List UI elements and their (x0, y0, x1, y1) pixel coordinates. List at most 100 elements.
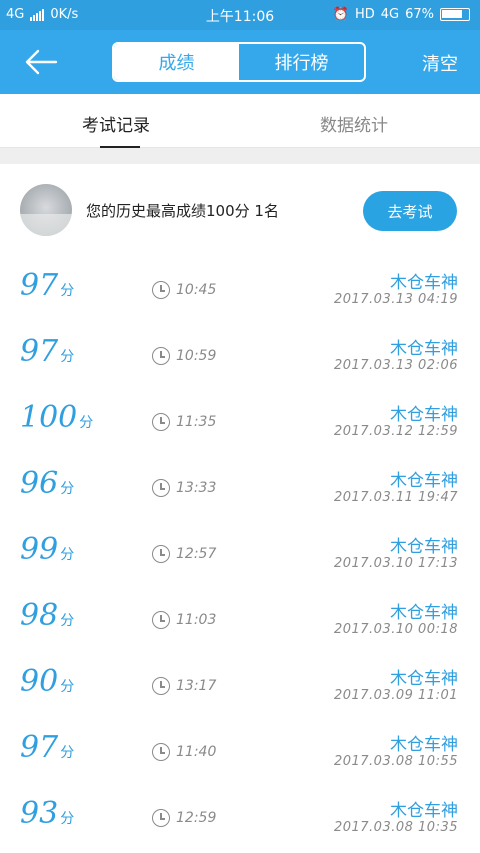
score-unit: 分 (60, 811, 75, 827)
battery-percent: 67% (405, 7, 434, 22)
score-unit: 分 (60, 679, 75, 695)
clock-icon (152, 413, 170, 431)
score-unit: 分 (79, 415, 94, 431)
back-arrow-icon (25, 49, 58, 75)
clock-icon (152, 743, 170, 761)
record-date: 2017.03.08 10:55 (333, 754, 458, 769)
record-username: 木仓车神 (390, 339, 458, 359)
record-row[interactable]: 98 分 11:03 木仓车神 2017.03.10 00:18 (0, 584, 480, 650)
duration-value: 10:45 (176, 282, 217, 298)
clock-icon (152, 347, 170, 365)
record-username: 木仓车神 (390, 273, 458, 293)
score-value: 97 (20, 730, 59, 765)
battery-icon (440, 8, 470, 21)
score-value: 96 (20, 466, 59, 501)
duration-value: 13:17 (176, 678, 217, 694)
status-right: ⏰ HD 4G 67% (333, 7, 470, 22)
clock-icon (152, 809, 170, 827)
score-value: 100 (20, 400, 78, 435)
record-username: 木仓车神 (390, 537, 458, 557)
record-username: 木仓车神 (390, 801, 458, 821)
record-date: 2017.03.13 04:19 (333, 292, 458, 307)
duration-value: 11:35 (176, 414, 217, 430)
record-date: 2017.03.12 12:59 (333, 424, 458, 439)
record-duration: 11:35 (152, 413, 216, 431)
duration-value: 11:03 (176, 612, 217, 628)
score-unit: 分 (60, 613, 75, 629)
record-date: 2017.03.08 10:35 (333, 820, 458, 835)
record-row[interactable]: 97 分 11:40 木仓车神 2017.03.08 10:55 (0, 716, 480, 782)
tab-exam-records[interactable]: 考试记录 (82, 111, 150, 136)
tab-scores[interactable]: 成绩 (114, 44, 239, 80)
record-score: 97 分 (20, 730, 74, 765)
record-score: 100 分 (20, 400, 93, 435)
avatar[interactable] (20, 184, 72, 236)
record-score: 97 分 (20, 334, 74, 369)
alarm-icon: ⏰ (332, 7, 349, 22)
record-row[interactable]: 97 分 10:45 木仓车神 2017.03.13 04:19 (0, 254, 480, 320)
record-duration: 10:59 (152, 347, 216, 365)
record-date: 2017.03.13 02:06 (333, 358, 458, 373)
record-username: 木仓车神 (390, 669, 458, 689)
record-row[interactable]: 99 分 12:57 木仓车神 2017.03.10 17:13 (0, 518, 480, 584)
tab-statistics[interactable]: 数据统计 (320, 111, 388, 136)
record-duration: 10:45 (152, 281, 216, 299)
app-bar: 成绩 排行榜 清空 (0, 30, 480, 94)
score-value: 90 (20, 664, 59, 699)
score-unit: 分 (60, 745, 75, 761)
record-row[interactable]: 96 分 13:33 木仓车神 2017.03.11 19:47 (0, 452, 480, 518)
exam-record-list: 97 分 10:45 木仓车神 2017.03.13 04:19 97 分 10:59 木仓车神… (0, 254, 480, 848)
duration-value: 12:57 (176, 546, 217, 562)
score-value: 97 (20, 268, 59, 303)
record-duration: 11:40 (152, 743, 216, 761)
duration-value: 13:33 (176, 480, 217, 496)
hd-label: HD (354, 7, 375, 22)
clock-icon (152, 479, 170, 497)
record-row[interactable]: 90 分 13:17 木仓车神 2017.03.09 11:01 (0, 650, 480, 716)
score-value: 98 (20, 598, 59, 633)
record-username: 木仓车神 (390, 735, 458, 755)
score-value: 99 (20, 532, 59, 567)
record-score: 98 分 (20, 598, 74, 633)
clock-icon (152, 677, 170, 695)
record-username: 木仓车神 (390, 471, 458, 491)
clock-icon (152, 281, 170, 299)
tab-leaderboard[interactable]: 排行榜 (239, 44, 364, 80)
record-date: 2017.03.09 11:01 (333, 688, 458, 703)
record-score: 90 分 (20, 664, 74, 699)
record-score: 99 分 (20, 532, 74, 567)
status-bar: 4G 0K/s 上午11:06 ⏰ HD 4G 67% (0, 0, 480, 30)
record-date: 2017.03.10 17:13 (333, 556, 458, 571)
record-row[interactable]: 97 分 10:59 木仓车神 2017.03.13 02:06 (0, 320, 480, 386)
record-row[interactable]: 93 分 12:59 木仓车神 2017.03.08 10:35 (0, 782, 480, 848)
record-score: 96 分 (20, 466, 74, 501)
best-score-summary: 您的历史最高成绩100分 1名 (86, 202, 279, 220)
duration-value: 11:40 (176, 744, 217, 760)
clock-icon (152, 611, 170, 629)
score-unit: 分 (60, 283, 75, 299)
record-duration: 13:33 (152, 479, 216, 497)
record-username: 木仓车神 (390, 603, 458, 623)
record-duration: 11:03 (152, 611, 216, 629)
record-duration: 12:59 (152, 809, 216, 827)
divider-band (0, 148, 480, 164)
record-score: 93 分 (20, 796, 74, 831)
clock-icon (152, 545, 170, 563)
sub-tabs: 考试记录 数据统计 (0, 94, 480, 148)
record-row[interactable]: 100 分 11:35 木仓车神 2017.03.12 12:59 (0, 386, 480, 452)
go-exam-button[interactable]: 去考试 (363, 191, 457, 231)
record-duration: 13:17 (152, 677, 216, 695)
score-unit: 分 (60, 547, 75, 563)
score-value: 97 (20, 334, 59, 369)
score-unit: 分 (60, 481, 75, 497)
network2-label: 4G (380, 7, 400, 22)
duration-value: 10:59 (176, 348, 217, 364)
record-score: 97 分 (20, 268, 74, 303)
summary-panel: 您的历史最高成绩100分 1名 去考试 (0, 164, 480, 254)
record-username: 木仓车神 (390, 405, 458, 425)
clear-button[interactable]: 清空 (422, 50, 458, 76)
score-unit: 分 (60, 349, 75, 365)
back-button[interactable] (24, 48, 58, 76)
record-duration: 12:57 (152, 545, 216, 563)
duration-value: 12:59 (176, 810, 217, 826)
